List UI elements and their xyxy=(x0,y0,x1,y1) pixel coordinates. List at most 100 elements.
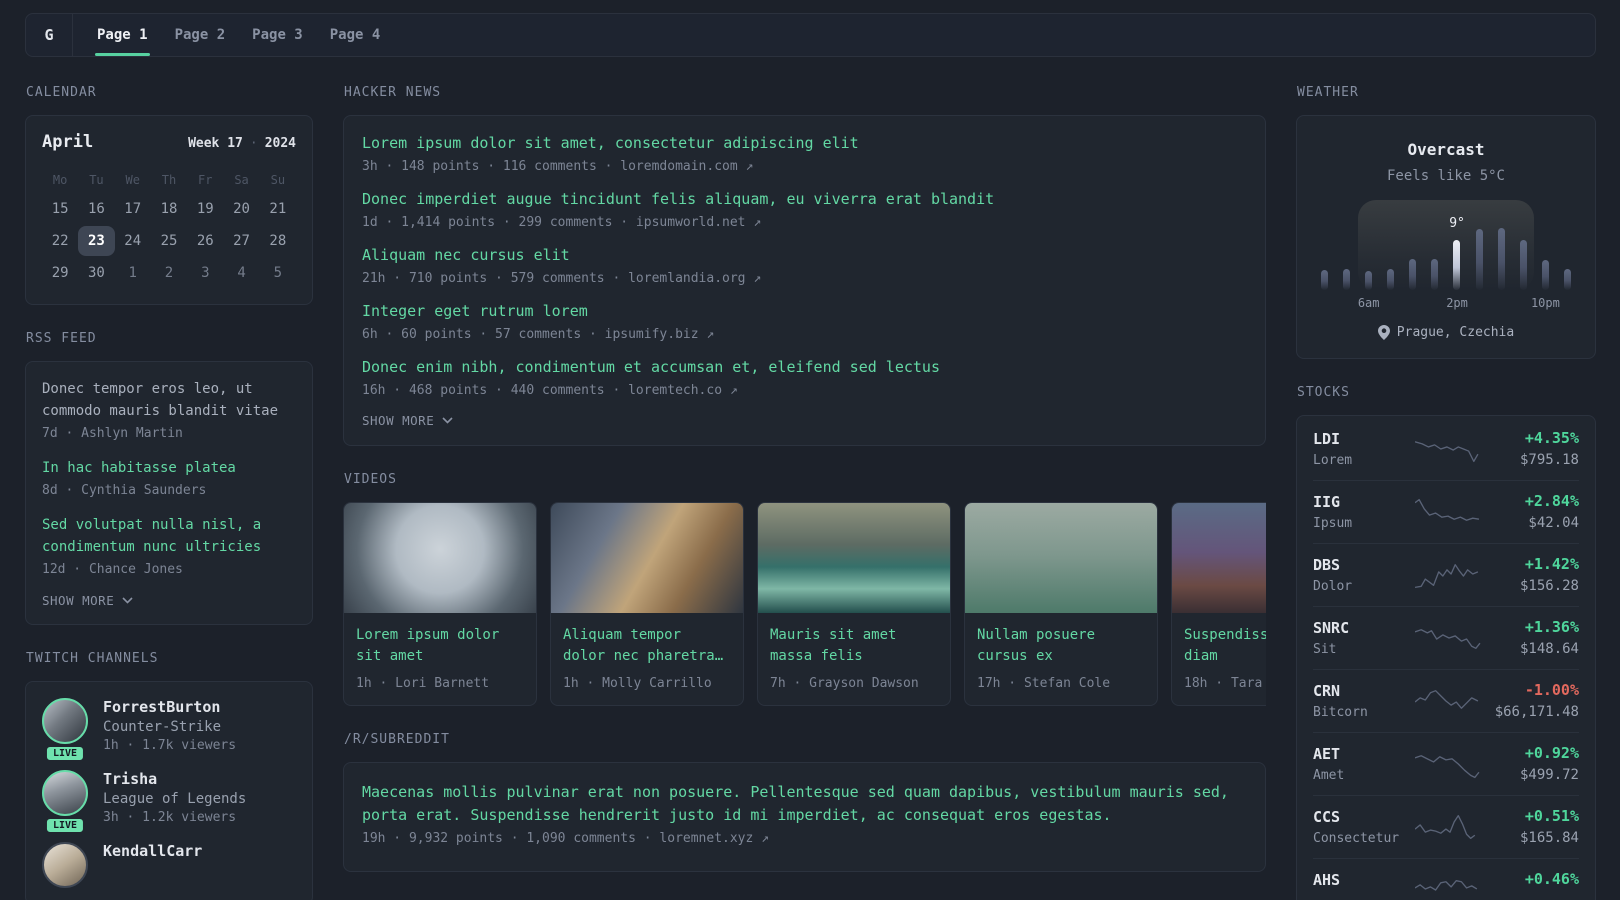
twitch-widget: LIVE ForrestBurton Counter-Strike 1h · 1.7k… xyxy=(25,681,313,900)
stock-values: +0.92% $499.72 xyxy=(1487,744,1579,783)
middle-column: HACKER NEWS Lorem ipsum dolor sit amet, … xyxy=(343,85,1266,900)
hacker-news-widget: Lorem ipsum dolor sit amet, consectetur … xyxy=(343,115,1266,446)
video-card[interactable]: Mauris sit amet massa felis 7h · Grayson … xyxy=(757,502,951,706)
video-card[interactable]: Nullam posuere cursus ex 17h · Stefan Col… xyxy=(964,502,1158,706)
calendar-day-current: 23 xyxy=(78,226,115,256)
stock-row[interactable]: SNRC Sit +1.36% $148.64 xyxy=(1313,606,1579,669)
external-link-icon[interactable]: ↗ xyxy=(753,215,761,230)
hacker-news-item-title[interactable]: Aliquam nec cursus elit xyxy=(362,245,1247,266)
rss-item-title[interactable]: Sed volutpat nulla nisl, a condimentum n… xyxy=(42,514,296,558)
subreddit-section: /R/SUBREDDIT Maecenas mollis pulvinar er… xyxy=(343,732,1266,872)
stock-price: $795.18 xyxy=(1519,452,1579,468)
chevron-down-icon xyxy=(442,417,453,424)
video-title[interactable]: Lorem ipsum dolor sit amet consectetu… xyxy=(344,613,536,667)
stock-row[interactable]: CCS Consectetur +0.51% $165.84 xyxy=(1313,795,1579,858)
video-thumbnail[interactable] xyxy=(965,503,1157,613)
reddit-post: Maecenas mollis pulvinar erat non posuer… xyxy=(362,781,1247,846)
video-thumbnail[interactable] xyxy=(551,503,743,613)
stock-name xyxy=(1313,894,1409,900)
hacker-news-item-title[interactable]: Donec imperdiet augue tincidunt felis al… xyxy=(362,189,1247,210)
hacker-news-item: Lorem ipsum dolor sit amet, consectetur … xyxy=(362,133,1247,174)
calendar-day: 25 xyxy=(160,233,178,249)
stock-symbol: CCS xyxy=(1313,807,1341,826)
tab-page-1[interactable]: Page 1 xyxy=(95,14,150,56)
twitch-channel[interactable]: KendallCarr xyxy=(42,842,296,888)
weather-bar xyxy=(1343,269,1351,290)
stock-change: +2.84% xyxy=(1524,492,1579,510)
calendar-day: 16 xyxy=(87,201,105,217)
weather-axis-labels: 6am 2pm 10pm xyxy=(1311,296,1581,311)
axis-tick-label: 2pm xyxy=(1446,296,1468,310)
calendar-day: 22 xyxy=(51,233,69,249)
weather-bar xyxy=(1497,228,1505,290)
hacker-news-item-meta: 6h · 60 points · 57 comments · ipsumify.… xyxy=(362,327,715,342)
stock-row[interactable]: LDI Lorem +4.35% $795.18 xyxy=(1313,418,1579,480)
external-link-icon[interactable]: ↗ xyxy=(761,831,769,846)
video-meta: 17h · Stefan Cole xyxy=(977,676,1111,691)
video-thumbnail[interactable] xyxy=(1172,503,1266,613)
twitch-channel[interactable]: LIVE Trisha League of Legends 3h · 1.2k vie… xyxy=(42,770,296,835)
external-link-icon[interactable]: ↗ xyxy=(730,383,738,398)
external-link-icon[interactable]: ↗ xyxy=(753,271,761,286)
weekday-label: Th xyxy=(161,173,177,187)
calendar-day: 30 xyxy=(87,265,105,281)
app-logo[interactable]: G xyxy=(26,14,73,56)
stock-row[interactable]: AET Amet +0.92% $499.72 xyxy=(1313,732,1579,795)
axis-tick-label: 10pm xyxy=(1530,296,1560,310)
avatar xyxy=(42,698,88,744)
stock-name: Ipsum xyxy=(1313,515,1353,531)
weekday-label: Tu xyxy=(89,173,104,187)
rss-items: Donec tempor eros leo, ut commodo mauris… xyxy=(42,378,296,577)
tab-page-2[interactable]: Page 2 xyxy=(175,14,226,56)
rss-section-title: RSS FEED xyxy=(26,331,97,346)
tab-page-4[interactable]: Page 4 xyxy=(330,14,381,56)
rss-item-title[interactable]: In hac habitasse platea xyxy=(42,457,296,479)
video-card[interactable]: Suspendisse diam 18h · Tara xyxy=(1171,502,1266,706)
video-title[interactable]: Aliquam tempor dolor nec pharetra… xyxy=(551,613,743,667)
tab-page-3[interactable]: Page 3 xyxy=(252,14,303,56)
hacker-news-item-title[interactable]: Donec enim nibh, condimentum et accumsan… xyxy=(362,357,1247,378)
calendar-year: 2024 xyxy=(264,136,296,151)
stock-id: AHS xyxy=(1313,871,1409,900)
external-link-icon[interactable]: ↗ xyxy=(706,327,714,342)
video-thumbnail[interactable] xyxy=(758,503,950,613)
stock-row[interactable]: DBS Dolor +1.42% $156.28 xyxy=(1313,543,1579,606)
video-title[interactable]: Suspendisse diam xyxy=(1172,613,1266,667)
video-title[interactable]: Nullam posuere cursus ex xyxy=(965,613,1157,667)
reddit-post-title[interactable]: Maecenas mollis pulvinar erat non posuer… xyxy=(362,781,1247,827)
weekday-label: Su xyxy=(270,173,286,187)
weather-bar-chart: 9° xyxy=(1311,200,1581,290)
stock-sparkline xyxy=(1409,623,1487,653)
subreddit-section-title: /R/SUBREDDIT xyxy=(344,732,450,747)
external-link-icon[interactable]: ↗ xyxy=(746,159,754,174)
rss-show-more-button[interactable]: SHOW MORE xyxy=(42,593,296,608)
twitch-channel-name[interactable]: Trisha xyxy=(103,770,246,788)
calendar-section: CALENDAR April Week 17 · 2024 Mo Tu We Th Fr… xyxy=(25,85,313,305)
right-column: WEATHER Overcast Feels like 5°C 9° 6am 2p… xyxy=(1296,85,1596,900)
stock-symbol: IIG xyxy=(1313,492,1341,511)
weather-location: Prague, Czechia xyxy=(1311,325,1581,340)
stocks-widget: LDI Lorem +4.35% $795.18 IIG Ipsum +2.84% $42.0… xyxy=(1296,415,1596,900)
hacker-news-item-title[interactable]: Integer eget rutrum lorem xyxy=(362,301,1247,322)
stock-values: +2.84% $42.04 xyxy=(1487,492,1579,531)
stock-row[interactable]: CRN Bitcorn -1.00% $66,171.48 xyxy=(1313,669,1579,732)
video-title[interactable]: Mauris sit amet massa felis xyxy=(758,613,950,667)
stock-id: SNRC Sit xyxy=(1313,619,1409,657)
weather-section-title: WEATHER xyxy=(1297,85,1359,100)
weather-section: WEATHER Overcast Feels like 5°C 9° 6am 2p… xyxy=(1296,85,1596,359)
hacker-news-show-more-button[interactable]: SHOW MORE xyxy=(362,413,1247,428)
stock-row[interactable]: IIG Ipsum +2.84% $42.04 xyxy=(1313,480,1579,543)
twitch-channel[interactable]: LIVE ForrestBurton Counter-Strike 1h · 1.7k… xyxy=(42,698,296,763)
twitch-channel-info: ForrestBurton Counter-Strike 1h · 1.7k vie… xyxy=(103,698,236,753)
live-badge: LIVE xyxy=(43,744,87,763)
video-thumbnail[interactable] xyxy=(344,503,536,613)
twitch-channel-name[interactable]: ForrestBurton xyxy=(103,698,236,716)
video-card[interactable]: Lorem ipsum dolor sit amet consectetu… 1h… xyxy=(343,502,537,706)
hacker-news-item-title[interactable]: Lorem ipsum dolor sit amet, consectetur … xyxy=(362,133,1247,154)
video-card[interactable]: Aliquam tempor dolor nec pharetra… 1h · M… xyxy=(550,502,744,706)
twitch-channel-name[interactable]: KendallCarr xyxy=(103,842,202,860)
weather-location-label: Prague, Czechia xyxy=(1396,325,1515,340)
navbar: G Page 1 Page 2 Page 3 Page 4 xyxy=(25,13,1596,57)
rss-item-title[interactable]: Donec tempor eros leo, ut commodo mauris… xyxy=(42,378,296,422)
stock-row[interactable]: AHS +0.46% xyxy=(1313,858,1579,900)
